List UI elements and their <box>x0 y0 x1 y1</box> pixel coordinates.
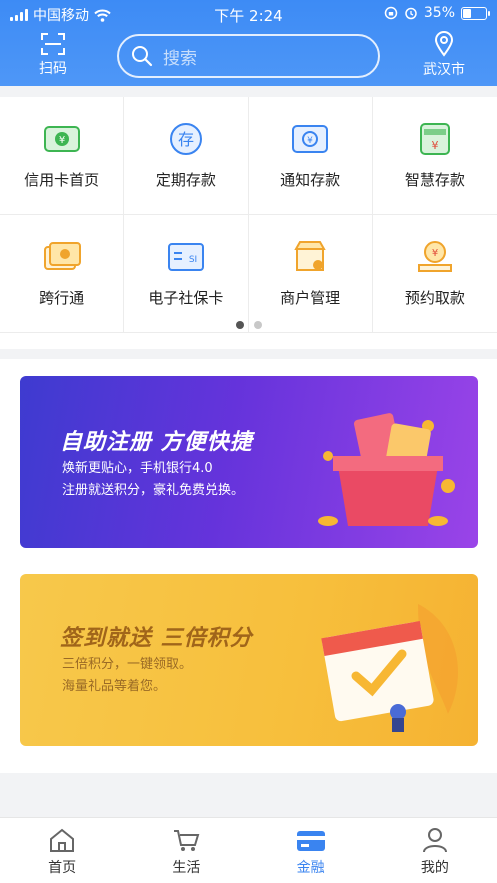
banner-line: 注册就送积分，豪礼免费兑换。 <box>62 483 245 498</box>
grid-item-label: 预约取款 <box>404 289 465 307</box>
banner-subtitle: 焕新更贴心，手机银行4.0 注册就送积分，豪礼免费兑换。 <box>62 458 244 502</box>
status-bar: 中国移动 下午 2:24 35% <box>0 0 497 28</box>
grid-item-label: 电子社保卡 <box>148 289 224 307</box>
tab-life[interactable]: 生活 <box>124 818 248 883</box>
home-icon <box>50 828 75 852</box>
scan-button[interactable]: 扫码 <box>28 32 78 78</box>
register-banner[interactable]: 自助注册 方便快捷 焕新更贴心，手机银行4.0 注册就送积分，豪礼免费兑换。 <box>20 376 478 548</box>
grid-item-social-security-card[interactable]: SI 电子社保卡 <box>124 215 249 333</box>
user-icon <box>422 828 447 853</box>
notice-deposit-icon: ¥ <box>292 125 329 153</box>
grid-item-credit-card[interactable]: ¥ 信用卡首页 <box>0 97 125 215</box>
grid-item-label: 信用卡首页 <box>24 171 100 189</box>
grid-item-interbank[interactable]: 跨行通 <box>0 215 125 333</box>
grid-item-notice-deposit[interactable]: ¥ 通知存款 <box>248 97 373 215</box>
cart-icon <box>174 830 200 851</box>
scan-label: 扫码 <box>39 61 67 77</box>
banner-line: 海量礼品等着您。 <box>62 679 167 694</box>
page-indicator <box>0 321 497 329</box>
tab-me[interactable]: 我的 <box>373 818 497 883</box>
banner-section: 自助注册 方便快捷 焕新更贴心，手机银行4.0 注册就送积分，豪礼免费兑换。 签… <box>0 359 497 773</box>
grid-item-label: 定期存款 <box>155 171 216 189</box>
battery-icon <box>461 6 490 20</box>
orientation-lock-icon <box>384 6 398 20</box>
header: 中国移动 下午 2:24 35% 扫码 搜索 武汉市 <box>0 0 497 86</box>
tab-home[interactable]: 首页 <box>0 818 124 883</box>
calendar-illustration-icon <box>321 604 458 732</box>
credit-card-icon: ¥ <box>43 126 80 152</box>
page-dot-active[interactable] <box>235 321 244 329</box>
tab-finance[interactable]: 金融 <box>249 818 373 883</box>
interbank-icon <box>43 242 81 270</box>
svg-text:¥: ¥ <box>432 248 438 259</box>
grid-item-merchant[interactable]: 商户管理 <box>248 215 373 333</box>
banner-line: 焕新更贴心，手机银行4.0 <box>62 461 213 476</box>
svg-text:¥: ¥ <box>431 139 438 152</box>
alarm-icon <box>405 7 417 20</box>
grid-item-smart-deposit[interactable]: ¥ 智慧存款 <box>372 97 497 215</box>
grid-item-label: 通知存款 <box>280 171 341 189</box>
search-icon <box>132 46 153 67</box>
merchant-icon <box>294 241 326 271</box>
banner-title: 签到就送 三倍积分 <box>60 626 253 651</box>
battery-fill <box>463 8 471 18</box>
search-placeholder: 搜索 <box>163 48 197 69</box>
page-dot[interactable] <box>253 321 262 329</box>
location-pin-icon <box>434 31 454 57</box>
svg-text:¥: ¥ <box>307 136 313 146</box>
function-grid: ¥ 信用卡首页 存 定期存款 ¥ 通知存款 ¥ 智慧存款 跨行通 SI 电子社保… <box>0 97 497 333</box>
gift-box-illustration-icon <box>318 413 455 526</box>
social-security-card-icon: SI <box>167 243 204 271</box>
svg-text:存: 存 <box>178 130 194 149</box>
function-grid-card: ¥ 信用卡首页 存 定期存款 ¥ 通知存款 ¥ 智慧存款 跨行通 SI 电子社保… <box>0 97 497 349</box>
location-button[interactable]: 武汉市 <box>414 31 474 79</box>
tab-label: 首页 <box>48 860 77 876</box>
grid-item-fixed-deposit[interactable]: 存 定期存款 <box>124 97 249 215</box>
grid-item-label: 跨行通 <box>39 289 85 307</box>
scan-icon <box>41 33 65 55</box>
card-icon <box>296 831 325 851</box>
tab-label: 金融 <box>296 860 325 876</box>
svg-text:¥: ¥ <box>58 135 64 146</box>
search-input[interactable]: 搜索 <box>117 34 380 78</box>
grid-item-label: 商户管理 <box>280 289 341 307</box>
battery-percent: 35% <box>423 5 455 21</box>
banner-line: 三倍积分，一键领取。 <box>62 657 193 672</box>
grid-item-label: 智慧存款 <box>404 171 465 189</box>
svg-text:SI: SI <box>189 255 197 265</box>
checkin-banner[interactable]: 签到就送 三倍积分 三倍积分，一键领取。 海量礼品等着您。 <box>20 574 478 746</box>
deposit-icon: 存 <box>169 123 202 155</box>
grid-item-appointment-withdraw[interactable]: ¥ 预约取款 <box>372 215 497 333</box>
location-label: 武汉市 <box>423 62 465 78</box>
tab-label: 生活 <box>172 860 201 876</box>
tab-bar: 首页 生活 金融 我的 <box>0 817 497 883</box>
tab-label: 我的 <box>420 860 449 876</box>
smart-deposit-icon: ¥ <box>419 123 450 155</box>
banner-subtitle: 三倍积分，一键领取。 海量礼品等着您。 <box>62 654 192 698</box>
banner-title: 自助注册 方便快捷 <box>60 430 253 455</box>
appointment-withdraw-icon: ¥ <box>417 241 452 272</box>
